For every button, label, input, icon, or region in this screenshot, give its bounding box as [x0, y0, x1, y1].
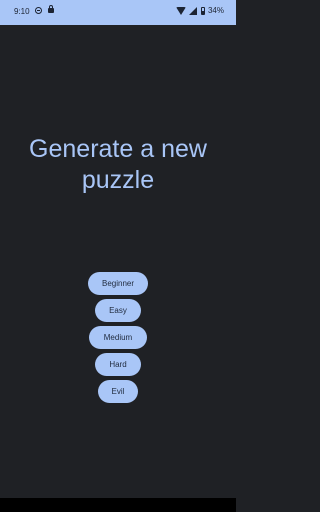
do-not-disturb-icon [35, 7, 42, 14]
medium-button[interactable]: Medium [89, 326, 147, 349]
signal-icon [188, 6, 197, 15]
battery-icon [200, 6, 205, 15]
difficulty-list: Beginner Easy Medium Hard Evil [0, 272, 236, 407]
page-title: Generate a new puzzle [29, 134, 207, 194]
status-right-group: 34% [175, 6, 224, 15]
wifi-icon [175, 6, 186, 15]
status-time: 9:10 [14, 7, 30, 16]
navigation-bar [0, 498, 236, 512]
beginner-button[interactable]: Beginner [88, 272, 148, 295]
evil-button[interactable]: Evil [98, 380, 138, 403]
hard-button[interactable]: Hard [95, 353, 141, 376]
battery-percent: 34% [207, 6, 224, 15]
easy-button[interactable]: Easy [95, 299, 141, 322]
lock-icon [48, 5, 54, 13]
status-bar: 9:10 34% [0, 0, 236, 25]
